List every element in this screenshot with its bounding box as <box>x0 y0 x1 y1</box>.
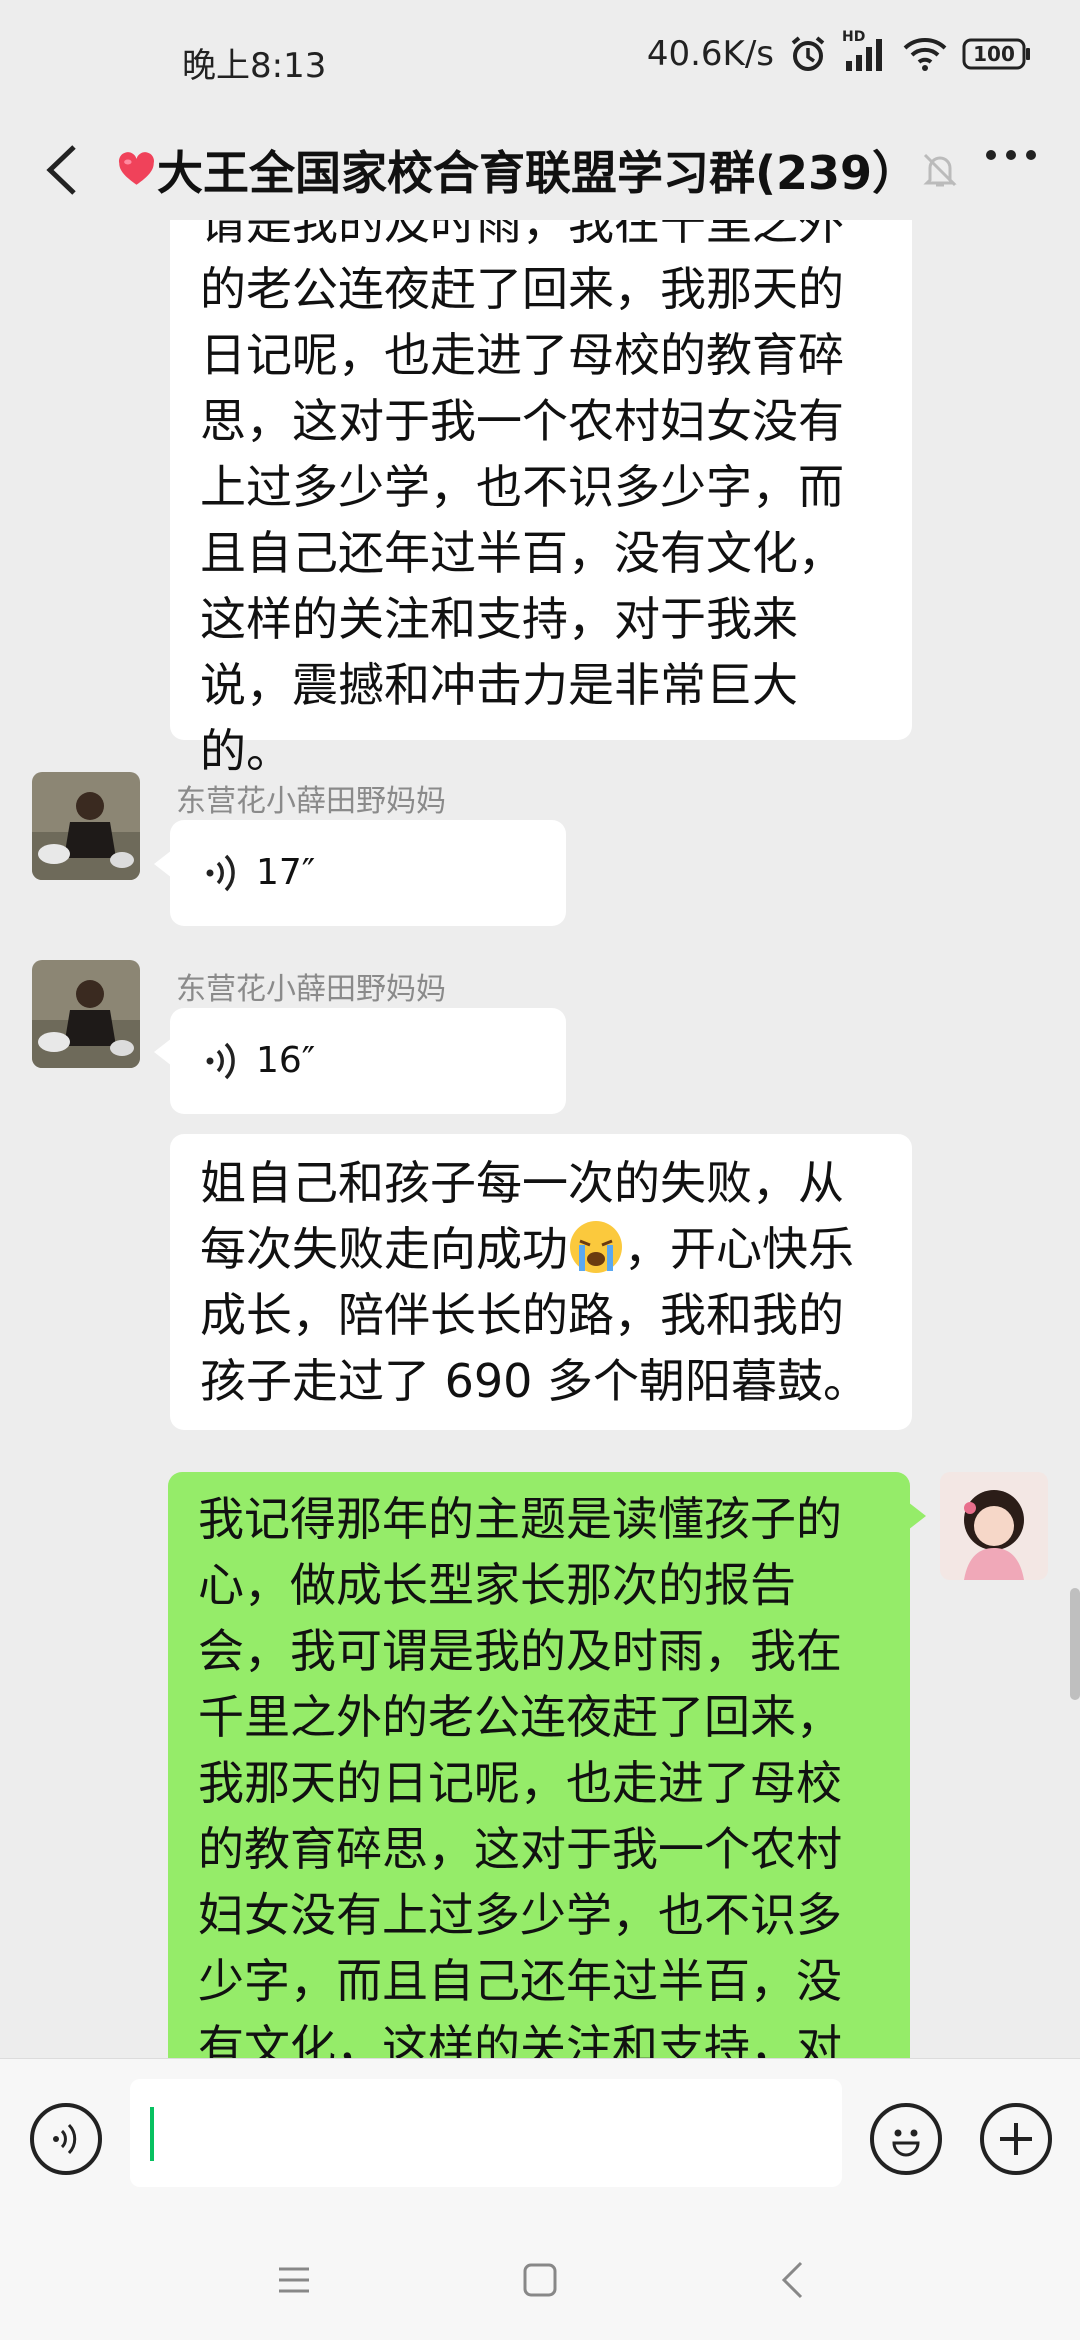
crying-face-icon <box>568 1219 624 1275</box>
menu-button[interactable] <box>264 2250 324 2310</box>
message-bubble[interactable]: 姐自己和孩子每一次的失败，从每次失败走向成功 ，开心快乐成长，陪伴长长的路，我和我… <box>170 1134 912 1430</box>
back-arrow-icon <box>46 145 76 195</box>
message-list[interactable]: 请是我的及时雨，我在千里之外的老公连夜赶了回来，我那天的日记呢，也走进了母校的教… <box>0 220 1080 2058</box>
back-button[interactable] <box>30 138 94 202</box>
emoji-button[interactable] <box>870 2103 942 2175</box>
message-text: 我记得那年的主题是读懂孩子的心，做成长型家长那次的报告会，我可谓是我的及时雨，我… <box>198 1492 842 2058</box>
network-speed: 40.6K/s <box>646 34 774 74</box>
sender-name: 东营花小薛田野妈妈 <box>176 784 446 819</box>
emoji-face-icon <box>892 2129 920 2157</box>
voice-duration: 16″ <box>256 1040 316 1081</box>
text-caret <box>150 2107 154 2161</box>
avatar[interactable] <box>32 960 140 1068</box>
dot-icon <box>986 150 996 160</box>
my-message-bubble[interactable]: 我记得那年的主题是读懂孩子的心，做成长型家长那次的报告会，我可谓是我的及时雨，我… <box>168 1472 926 2058</box>
menu-icon <box>279 2267 309 2293</box>
voice-message[interactable]: 17″ <box>154 820 566 926</box>
chat-title[interactable]: 大王全国家校合育联盟学习群(239） <box>118 128 918 212</box>
heart-icon <box>118 152 154 185</box>
battery-level: 100 <box>973 42 1015 66</box>
message-text: 请是我的及时雨，我在千里之外的老公连夜赶了回来，我那天的日记呢，也走进了母校的教… <box>200 220 844 778</box>
mute-bell-icon <box>920 150 960 194</box>
cellular-signal-icon: HD <box>842 29 888 73</box>
voice-message[interactable]: 16″ <box>154 1008 566 1114</box>
status-indicators: 40.6K/s HD 100 <box>646 29 1032 74</box>
home-button[interactable] <box>510 2250 570 2310</box>
chat-title-text: 大王全国家校合育联盟学习群(239） <box>156 146 918 200</box>
voice-wave-icon <box>206 1042 235 1080</box>
message-bubble[interactable]: 请是我的及时雨，我在千里之外的老公连夜赶了回来，我那天的日记呢，也走进了母校的教… <box>170 220 912 778</box>
status-time: 晚上8:13 <box>182 46 327 86</box>
voice-wave-icon <box>206 854 235 892</box>
voice-duration: 17″ <box>256 852 316 893</box>
voice-mode-button[interactable] <box>30 2103 102 2175</box>
status-bar: 晚上8:13 40.6K/s HD 100 <box>0 0 1080 120</box>
message-input[interactable] <box>130 2079 842 2187</box>
sender-name: 东营花小薛田野妈妈 <box>176 972 446 1007</box>
dot-icon <box>1026 150 1036 160</box>
back-chevron-icon <box>781 2261 803 2299</box>
my-avatar[interactable] <box>940 1472 1048 1580</box>
battery-icon: 100 <box>962 37 1032 71</box>
voice-mode-icon <box>53 2123 77 2155</box>
nav-back-button[interactable] <box>762 2250 822 2310</box>
more-functions-button[interactable] <box>980 2103 1052 2175</box>
plus-icon <box>1000 2123 1032 2155</box>
wifi-icon <box>902 36 948 72</box>
system-nav-bar <box>0 2220 1080 2340</box>
dot-icon <box>1006 150 1016 160</box>
hd-label: HD <box>842 29 866 45</box>
input-bar <box>0 2058 1080 2221</box>
home-square-icon <box>523 2263 557 2297</box>
scrollbar[interactable] <box>1070 1588 1080 1700</box>
avatar[interactable] <box>32 772 140 880</box>
chat-header: 大王全国家校合育联盟学习群(239） <box>0 120 1080 220</box>
more-options-button[interactable] <box>986 150 1036 160</box>
alarm-icon <box>788 34 828 74</box>
